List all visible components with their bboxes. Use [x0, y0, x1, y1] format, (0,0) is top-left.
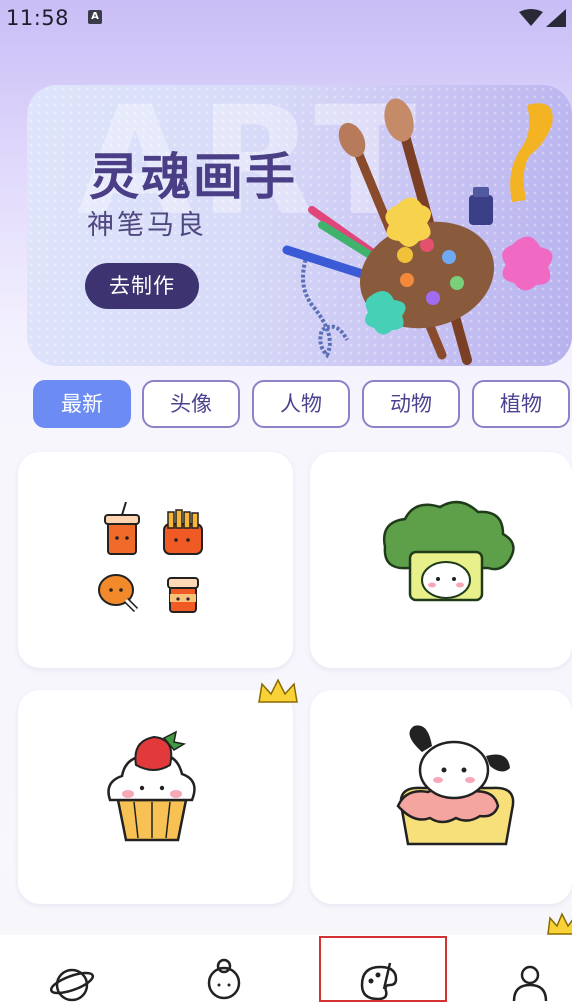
- dog-on-cake-image: [396, 725, 515, 846]
- selected-nav-highlight: [319, 936, 447, 1002]
- wifi-icon: [519, 9, 543, 26]
- planet-icon[interactable]: [48, 935, 96, 1002]
- tab-animals[interactable]: 动物: [362, 380, 460, 428]
- drawing-card-fast-food[interactable]: [18, 452, 293, 668]
- drawing-card-strawberry-cupcake[interactable]: [18, 690, 293, 904]
- tab-plants[interactable]: 植物: [472, 380, 570, 428]
- banner-subtitle: 神笔马良: [87, 210, 207, 241]
- drawing-card-broccoli-dog[interactable]: [310, 452, 572, 668]
- tab-avatar[interactable]: 头像: [142, 380, 240, 428]
- profile-icon[interactable]: [506, 935, 554, 1002]
- broccoli-dog-image: [382, 500, 515, 602]
- palette-brushes-illustration: [282, 98, 553, 365]
- start-drawing-button[interactable]: 去制作: [85, 263, 199, 309]
- tab-latest[interactable]: 最新: [33, 380, 131, 428]
- strawberry-cupcake-image: [107, 730, 196, 842]
- character-icon[interactable]: [200, 935, 248, 1002]
- banner-title: 灵魂画手: [89, 148, 297, 206]
- bottom-navigation: [0, 935, 572, 1002]
- status-time: 11:58: [6, 6, 70, 30]
- fast-food-image: [98, 501, 203, 613]
- notification-a-icon: A: [88, 10, 102, 24]
- signal-icon: [546, 9, 566, 27]
- tab-people[interactable]: 人物: [252, 380, 350, 428]
- drawing-card-dog-on-cake[interactable]: [310, 690, 572, 904]
- category-tabs: 最新 头像 人物 动物 植物: [0, 380, 572, 428]
- status-bar: 11:58 A: [0, 0, 572, 36]
- promo-banner[interactable]: ART 灵魂画手 神笔马良 去制作: [27, 85, 572, 366]
- premium-crown-icon: [258, 678, 298, 703]
